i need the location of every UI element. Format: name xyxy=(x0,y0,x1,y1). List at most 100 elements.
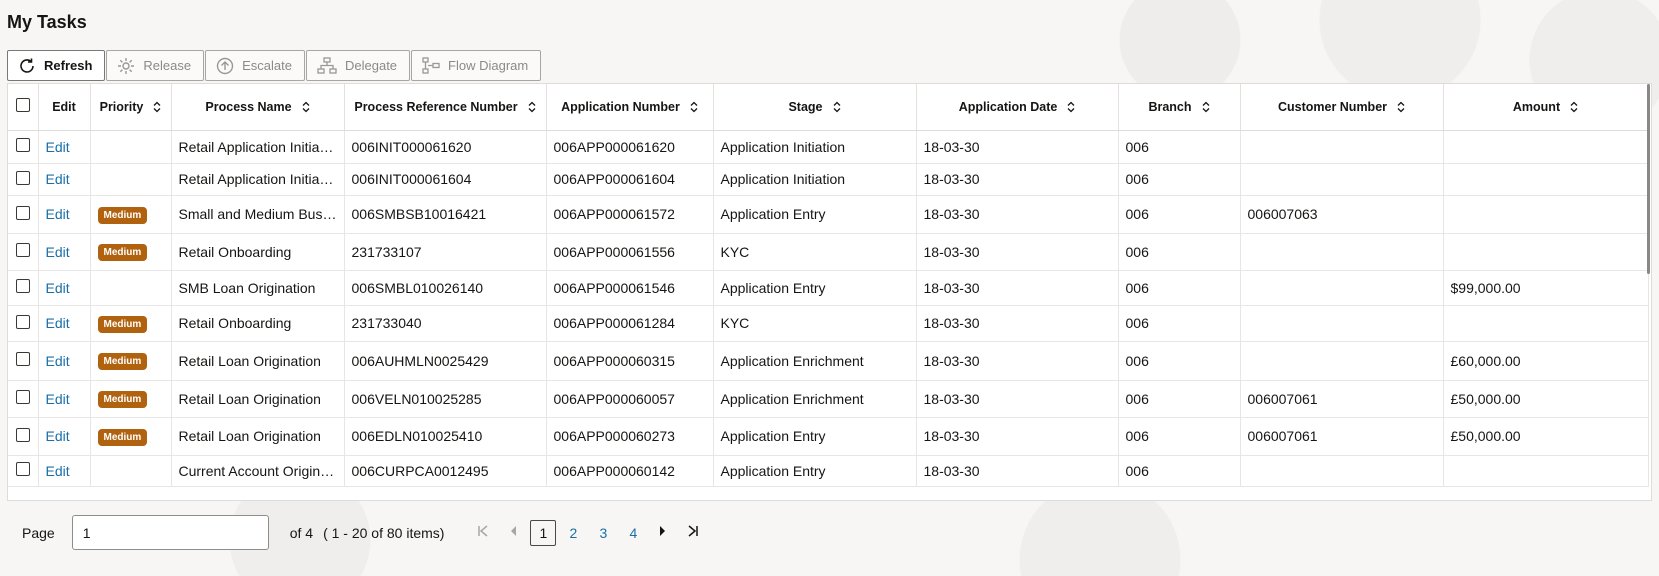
edit-cell: Edit xyxy=(38,305,91,342)
row-checkbox[interactable] xyxy=(15,352,30,366)
row-checkbox-cell xyxy=(8,305,39,342)
tasks-table: Edit Priority Process Name Process Refer… xyxy=(7,83,1652,501)
select-all-checkbox-cell[interactable] xyxy=(8,84,39,131)
next-page-icon[interactable] xyxy=(651,525,675,540)
sort-icon[interactable] xyxy=(302,101,310,113)
sort-icon[interactable] xyxy=(690,101,698,113)
row-checkbox[interactable] xyxy=(15,390,30,404)
row-checkbox[interactable] xyxy=(15,243,30,257)
process-ref-cell: 231733107 xyxy=(344,233,547,271)
edit-link[interactable]: Edit xyxy=(46,463,70,479)
table-row[interactable]: Edit Medium Retail Loan Origination 006EDLN… xyxy=(8,417,1649,456)
app-number-cell: 006APP000060315 xyxy=(546,341,714,381)
process-ref-cell: 006SMBSB10016421 xyxy=(344,195,547,234)
edit-cell: Edit xyxy=(38,270,91,306)
page-link-4[interactable]: 4 xyxy=(620,525,646,541)
stage-cell: Application Enrichment xyxy=(713,380,917,418)
release-button[interactable]: Release xyxy=(106,50,205,81)
flow-diagram-button[interactable]: Flow Diagram xyxy=(411,50,542,81)
amount-cell xyxy=(1443,195,1649,234)
branch-cell: 006 xyxy=(1118,195,1241,234)
sort-icon[interactable] xyxy=(528,101,536,113)
edit-link[interactable]: Edit xyxy=(46,280,70,296)
sort-icon[interactable] xyxy=(1067,101,1075,113)
priority-badge: Medium xyxy=(97,206,148,224)
process-name-cell: Retail Loan Origination xyxy=(171,417,345,456)
sort-icon[interactable] xyxy=(1570,101,1578,113)
gear-icon xyxy=(118,57,135,74)
row-checkbox-cell xyxy=(8,270,39,306)
edit-cell: Edit xyxy=(38,380,91,418)
page-label: Page xyxy=(22,524,55,541)
edit-link[interactable]: Edit xyxy=(46,244,70,260)
row-checkbox[interactable] xyxy=(15,462,30,476)
column-header-process-ref[interactable]: Process Reference Number xyxy=(344,84,547,131)
column-header-process-name[interactable]: Process Name xyxy=(171,84,345,131)
process-ref-cell: 006EDLN010025410 xyxy=(344,417,547,456)
select-all-checkbox[interactable] xyxy=(15,98,30,113)
edit-link[interactable]: Edit xyxy=(46,171,70,187)
edit-cell: Edit xyxy=(38,163,91,196)
edit-cell: Edit xyxy=(38,455,91,487)
table-row[interactable]: Edit Medium Retail Loan Origination 006AUHM… xyxy=(8,341,1649,381)
priority-cell xyxy=(90,163,172,196)
column-header-app-date[interactable]: Application Date xyxy=(916,84,1119,131)
stage-cell: KYC xyxy=(713,233,917,271)
previous-page-icon[interactable] xyxy=(501,525,525,540)
process-ref-cell: 006INIT000061604 xyxy=(344,163,547,196)
escalate-button[interactable]: Escalate xyxy=(205,50,305,81)
row-checkbox[interactable] xyxy=(15,314,30,329)
row-checkbox[interactable] xyxy=(15,205,30,220)
table-row[interactable]: Edit Medium Retail Loan Origination 006VELN… xyxy=(8,380,1649,418)
table-row[interactable]: Edit SMB Loan Origination 006SMBL010026140… xyxy=(8,270,1649,306)
edit-link[interactable]: Edit xyxy=(46,391,70,407)
stage-cell: Application Entry xyxy=(713,417,917,456)
column-header-amount[interactable]: Amount xyxy=(1443,84,1649,131)
sort-icon[interactable] xyxy=(833,101,841,113)
table-row[interactable]: Edit Current Account Origination 006CURPCA… xyxy=(8,455,1649,487)
app-date-cell: 18-03-30 xyxy=(916,130,1119,164)
column-header-priority[interactable]: Priority xyxy=(90,84,172,131)
priority-cell: Medium xyxy=(90,305,172,342)
sort-icon[interactable] xyxy=(153,101,161,113)
customer-number-cell xyxy=(1240,163,1444,196)
sort-icon[interactable] xyxy=(1397,101,1405,113)
branch-cell: 006 xyxy=(1118,417,1241,456)
edit-link[interactable]: Edit xyxy=(46,139,70,155)
page-link-2[interactable]: 2 xyxy=(560,525,586,541)
page-link-3[interactable]: 3 xyxy=(590,525,616,541)
edit-cell: Edit xyxy=(38,233,91,271)
row-checkbox[interactable] xyxy=(15,138,30,152)
customer-number-cell xyxy=(1240,341,1444,381)
row-checkbox[interactable] xyxy=(15,427,30,442)
row-checkbox[interactable] xyxy=(15,170,30,185)
edit-link[interactable]: Edit xyxy=(46,428,70,444)
column-header-branch[interactable]: Branch xyxy=(1118,84,1241,131)
column-header-app-number[interactable]: Application Number xyxy=(546,84,714,131)
refresh-button[interactable]: Refresh xyxy=(7,50,106,81)
table-row[interactable]: Edit Medium Retail Onboarding 231733040 006A… xyxy=(8,305,1649,342)
page-number-input[interactable] xyxy=(71,515,269,550)
column-header-customer-number[interactable]: Customer Number xyxy=(1240,84,1444,131)
table-row[interactable]: Edit Retail Application Initiation 006INIT… xyxy=(8,130,1649,164)
app-number-cell: 006APP000060142 xyxy=(546,455,714,487)
last-page-icon[interactable] xyxy=(681,525,705,540)
row-checkbox[interactable] xyxy=(15,279,30,293)
table-row[interactable]: Edit Retail Application Initiation 006INIT… xyxy=(8,163,1649,196)
edit-link[interactable]: Edit xyxy=(46,315,70,331)
edit-link[interactable]: Edit xyxy=(46,353,70,369)
table-row[interactable]: Edit Medium Retail Onboarding 231733107 006A… xyxy=(8,233,1649,271)
sort-icon[interactable] xyxy=(1202,101,1210,113)
page-link-1[interactable]: 1 xyxy=(530,519,557,546)
process-ref-cell: 006VELN010025285 xyxy=(344,380,547,418)
stage-cell: Application Entry xyxy=(713,455,917,487)
amount-cell: £50,000.00 xyxy=(1443,417,1649,456)
vertical-scrollbar[interactable] xyxy=(1647,84,1650,274)
priority-badge: Medium xyxy=(97,428,148,446)
table-row[interactable]: Edit Medium Small and Medium Business 006SM… xyxy=(8,195,1649,234)
edit-link[interactable]: Edit xyxy=(46,206,70,222)
delegate-button[interactable]: Delegate xyxy=(306,50,411,81)
first-page-icon[interactable] xyxy=(471,525,495,540)
column-header-stage[interactable]: Stage xyxy=(713,84,917,131)
row-checkbox-cell xyxy=(8,417,39,456)
